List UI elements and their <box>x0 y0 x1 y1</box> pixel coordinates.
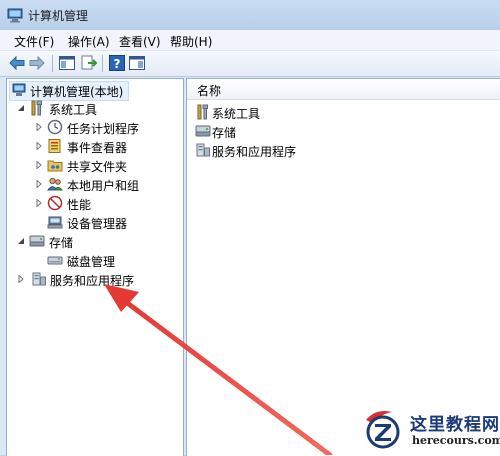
list-item-system-tools[interactable]: 系统工具 <box>195 104 395 122</box>
tree-item-label: 设备管理器 <box>67 217 128 231</box>
list-item-storage[interactable]: 存储 <box>195 123 395 141</box>
list-item-label: 服务和应用程序 <box>212 145 297 159</box>
results-pane: 名称 系统工具 存储 服务和应用程序 <box>186 78 500 456</box>
disk-icon <box>47 256 63 265</box>
menu-file[interactable]: 文件(F) <box>14 33 54 50</box>
back-arrow-icon[interactable] <box>8 54 26 72</box>
window: 计算机管理 文件(F) 操作(A) 查看(V) 帮助(H) ? 计算机管理(本地… <box>0 0 500 456</box>
tree-item-label: 计算机管理(本地) <box>30 85 124 99</box>
list-item-label: 系统工具 <box>212 107 261 121</box>
clock-icon <box>47 119 63 135</box>
export-list-icon[interactable] <box>80 54 98 72</box>
collapsed-arrow-icon[interactable] <box>17 275 25 283</box>
tree-item-label: 本地用户和组 <box>67 179 140 193</box>
services-icon <box>196 143 210 157</box>
storage-icon <box>195 125 211 137</box>
console-tree: 计算机管理(本地) 系统工具 任务计划程序 事件查看器 共享文件夹 本地用户和组… <box>6 78 184 456</box>
collapsed-arrow-icon[interactable] <box>35 161 43 169</box>
tree-item-shared-folders[interactable]: 共享文件夹 <box>7 157 177 175</box>
tree-item-task-scheduler[interactable]: 任务计划程序 <box>7 119 177 137</box>
tree-item-label: 性能 <box>67 198 92 212</box>
watermark-url: herecours.com <box>412 434 500 447</box>
menu-view[interactable]: 查看(V) <box>119 33 161 50</box>
tree-item-label: 存储 <box>49 236 74 250</box>
title-bar: 计算机管理 <box>0 0 500 31</box>
shared-folder-icon <box>47 160 63 172</box>
column-header-name[interactable]: 名称 <box>187 79 500 100</box>
tree-item-disk-management[interactable]: 磁盘管理 <box>7 252 177 270</box>
tools-icon <box>197 104 208 120</box>
services-icon <box>32 272 46 286</box>
tree-item-event-viewer[interactable]: 事件查看器 <box>7 138 177 156</box>
watermark: 这里教程网 herecours.com <box>362 404 500 455</box>
tree-item-services-applications[interactable]: 服务和应用程序 <box>7 271 177 289</box>
menu-help[interactable]: 帮助(H) <box>170 33 212 50</box>
tree-item-computer-management[interactable]: 计算机管理(本地) <box>9 81 129 101</box>
expanded-arrow-icon[interactable] <box>17 237 25 245</box>
toolbar: ? <box>0 51 500 77</box>
tree-item-label: 磁盘管理 <box>67 255 116 269</box>
computer-management-icon <box>7 8 23 23</box>
list-item-services-applications[interactable]: 服务和应用程序 <box>195 142 395 160</box>
collapsed-arrow-icon[interactable] <box>35 142 43 150</box>
show-hide-action-pane-icon[interactable] <box>128 54 146 72</box>
performance-icon <box>47 195 63 211</box>
collapsed-arrow-icon[interactable] <box>35 180 43 188</box>
watermark-name: 这里教程网 <box>410 415 500 435</box>
tree-item-label: 事件查看器 <box>67 141 128 155</box>
z-logo-icon <box>366 411 400 449</box>
toolbar-separator <box>52 55 53 72</box>
computer-management-icon <box>12 83 26 96</box>
console-tree-icon[interactable] <box>58 54 76 72</box>
collapsed-arrow-icon[interactable] <box>35 199 43 207</box>
users-icon <box>47 177 63 191</box>
window-title: 计算机管理 <box>28 9 89 23</box>
tree-item-label: 服务和应用程序 <box>50 274 135 288</box>
tree-item-performance[interactable]: 性能 <box>7 195 177 213</box>
tree-item-system-tools[interactable]: 系统工具 <box>7 100 177 118</box>
tree-item-label: 共享文件夹 <box>67 160 128 174</box>
tree-item-device-manager[interactable]: 设备管理器 <box>7 214 177 232</box>
tree-item-storage[interactable]: 存储 <box>7 233 177 251</box>
tree-item-label: 系统工具 <box>49 103 98 117</box>
toolbar-separator <box>102 55 103 72</box>
tools-icon <box>31 100 42 116</box>
event-log-icon <box>48 139 61 153</box>
forward-arrow-icon[interactable] <box>28 54 46 72</box>
list-item-label: 存储 <box>212 126 237 140</box>
menu-action[interactable]: 操作(A) <box>68 33 110 50</box>
svg-text:?: ? <box>114 57 121 71</box>
menu-bar: 文件(F) 操作(A) 查看(V) 帮助(H) <box>0 30 500 51</box>
storage-icon <box>29 235 45 247</box>
device-manager-icon <box>47 216 63 229</box>
tree-item-local-users-groups[interactable]: 本地用户和组 <box>7 176 177 194</box>
column-header-label: 名称 <box>197 84 222 98</box>
tree-item-label: 任务计划程序 <box>67 122 140 136</box>
collapsed-arrow-icon[interactable] <box>35 123 43 131</box>
expanded-arrow-icon[interactable] <box>17 104 25 112</box>
help-icon[interactable]: ? <box>108 54 126 72</box>
